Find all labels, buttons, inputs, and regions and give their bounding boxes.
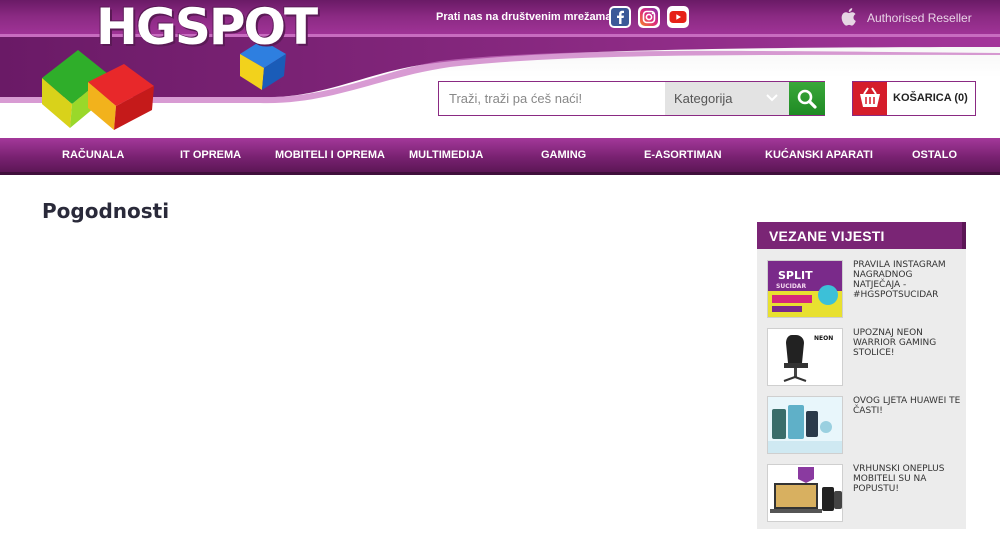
facebook-icon[interactable] xyxy=(609,6,631,28)
search-icon xyxy=(797,89,817,109)
sidebar-heading: VEZANE VIJESTI xyxy=(757,222,966,249)
news-title[interactable]: VRHUNSKI ONEPLUS MOBITELI SU NA POPUSTU! xyxy=(853,464,961,494)
news-item[interactable]: VRHUNSKI ONEPLUS MOBITELI SU NA POPUSTU! xyxy=(767,464,957,524)
news-item[interactable]: NEON UPOZNAJ NEON WARRIOR GAMING STOLICE… xyxy=(767,328,957,388)
page-title: Pogodnosti xyxy=(42,199,170,223)
nav-item-racunala[interactable]: RAČUNALA xyxy=(62,149,124,161)
cart-icon-box xyxy=(853,82,887,115)
news-title[interactable]: UPOZNAJ NEON WARRIOR GAMING STOLICE! xyxy=(853,328,961,358)
huawei-thumbnail-graphic xyxy=(768,397,842,453)
split-sucidar-thumbnail-graphic: SPLIT SUCIDAR xyxy=(768,261,842,317)
basket-icon xyxy=(860,87,880,107)
category-select[interactable]: Kategorija xyxy=(665,82,789,115)
main-nav: RAČUNALA IT OPREMA MOBITELI I OPREMA MUL… xyxy=(0,138,1000,175)
chevron-down-icon xyxy=(766,94,778,102)
page: Prati nas na društvenim mrežama! Authori… xyxy=(0,0,1000,547)
nav-item-mobiteli[interactable]: MOBITELI I OPREMA xyxy=(275,149,385,161)
cart-label: KOŠARICA (0) xyxy=(893,92,968,104)
news-thumbnail[interactable]: NEON xyxy=(767,328,843,386)
search-bar: Kategorija xyxy=(438,81,825,116)
nav-item-multimedija[interactable]: MULTIMEDIJA xyxy=(409,149,483,161)
news-thumbnail[interactable] xyxy=(767,396,843,454)
apple-icon xyxy=(838,5,860,34)
logo-text: HGSPOT xyxy=(96,0,318,56)
oneplus-thumbnail-graphic xyxy=(768,465,842,521)
nav-item-ostalo[interactable]: OSTALO xyxy=(912,149,957,161)
hgspot-logo[interactable]: HGSPOT xyxy=(0,0,330,140)
nav-item-gaming[interactable]: GAMING xyxy=(541,149,586,161)
sidebar-heading-text: VEZANE VIJESTI xyxy=(769,228,885,244)
social-text: Prati nas na društvenim mrežama! xyxy=(436,11,616,23)
thumb-neon-text: NEON xyxy=(814,335,833,342)
nav-item-it-oprema[interactable]: IT OPREMA xyxy=(180,149,241,161)
news-thumbnail[interactable] xyxy=(767,464,843,522)
nav-item-e-asortiman[interactable]: E-ASORTIMAN xyxy=(644,149,722,161)
instagram-icon[interactable] xyxy=(638,6,660,28)
news-title[interactable]: OVOG LJETA HUAWEI TE ČASTI! xyxy=(853,396,961,416)
cart-button[interactable]: KOŠARICA (0) xyxy=(852,81,976,116)
news-title[interactable]: PRAVILA INSTAGRAM NAGRADNOG NATJEČAJA - … xyxy=(853,260,961,300)
thumb-split-text: SPLIT xyxy=(778,269,813,282)
related-news-sidebar: VEZANE VIJESTI SPLIT SUCIDAR PRAVILA INS… xyxy=(757,222,966,529)
news-item[interactable]: OVOG LJETA HUAWEI TE ČASTI! xyxy=(767,396,960,456)
search-button[interactable] xyxy=(789,82,825,115)
nav-item-kucanski-aparati[interactable]: KUĆANSKI APARATI xyxy=(765,149,873,161)
search-input[interactable] xyxy=(439,82,664,115)
youtube-icon[interactable] xyxy=(667,6,689,28)
news-item[interactable]: SPLIT SUCIDAR PRAVILA INSTAGRAM NAGRADNO… xyxy=(767,260,957,320)
thumb-sucidar-text: SUCIDAR xyxy=(776,283,806,290)
news-thumbnail[interactable]: SPLIT SUCIDAR xyxy=(767,260,843,318)
category-select-label: Kategorija xyxy=(674,91,733,106)
gaming-chair-thumbnail-graphic: NEON xyxy=(768,329,842,385)
authorised-reseller-text: Authorised Reseller xyxy=(867,11,972,25)
